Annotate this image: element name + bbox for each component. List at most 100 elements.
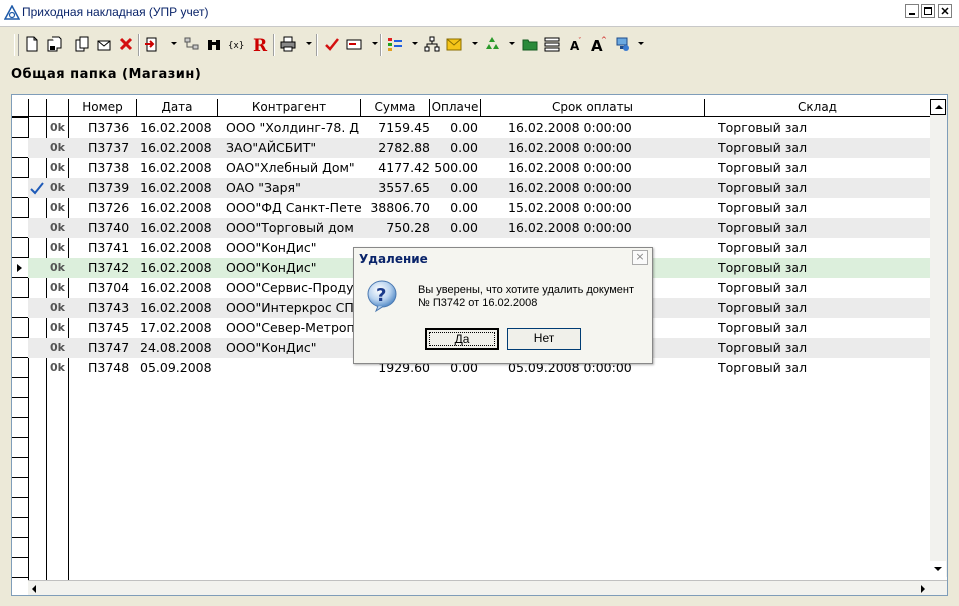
envelope-icon[interactable] (444, 34, 464, 54)
new-document-icon[interactable] (22, 34, 42, 54)
table-row[interactable]: 0k П3739 16.02.2008 ОАО "Заря" 3557.65 0.00 16… (28, 178, 930, 198)
row-warehouse: Торговый зал (718, 200, 808, 215)
row-contractor (226, 358, 372, 378)
indicator-line (12, 537, 28, 538)
indicator-line (12, 257, 28, 258)
row-contractor: ООО "Холдинг-78. Д (226, 120, 360, 135)
window-title: Приходная накладная (УПР учет) (22, 5, 209, 19)
close-window-button[interactable] (938, 4, 952, 18)
header-paid[interactable]: Оплаче (430, 99, 481, 117)
indicator-line (12, 177, 28, 178)
layout-icon[interactable] (542, 34, 562, 54)
row-sum: 3557.65 (378, 180, 430, 195)
edit-icon[interactable] (94, 34, 114, 54)
table-row[interactable]: 0k П3736 16.02.2008 ООО "Холдинг-78. Д 7159.… (28, 118, 930, 138)
row-warehouse: Торговый зал (718, 340, 808, 355)
row-paid: 0.00 (450, 140, 478, 155)
row-contractor: ООО"КонДис" (226, 240, 317, 255)
delete-icon[interactable] (116, 34, 136, 54)
row-warehouse: Торговый зал (718, 120, 808, 135)
row-date: 17.02.2008 (140, 320, 212, 335)
scroll-up-arrow-icon (935, 105, 943, 109)
header-warehouse[interactable]: Склад (705, 99, 931, 117)
dialog-close-button[interactable]: × (632, 250, 648, 265)
font-decrease-icon[interactable]: Aˇ (566, 34, 586, 54)
row-sum: 38806.70 (370, 200, 430, 215)
folder-icon[interactable] (520, 34, 540, 54)
copy-icon[interactable] (72, 34, 92, 54)
mail-dropdown-icon[interactable] (372, 42, 378, 45)
colors-icon[interactable] (385, 34, 405, 54)
network-icon[interactable] (612, 34, 632, 54)
indicator-line (12, 277, 28, 278)
structure-icon[interactable] (182, 34, 202, 54)
header-check[interactable] (29, 99, 47, 117)
row-indicator-column (12, 95, 28, 581)
check-icon[interactable] (322, 34, 342, 54)
row-checkmark-icon[interactable] (30, 178, 44, 198)
row-paid: 0.00 (450, 220, 478, 235)
header-number[interactable]: Номер (69, 99, 137, 117)
vertical-scrollbar[interactable] (930, 99, 947, 577)
scroll-right-arrow-icon[interactable] (921, 585, 925, 593)
table-row[interactable]: 0k П3740 16.02.2008 ООО"Торговый дом 750.28 0… (28, 218, 930, 238)
recycle-dropdown-icon[interactable] (509, 42, 515, 45)
colors-dropdown-icon[interactable] (412, 42, 418, 45)
indicator-line (12, 337, 28, 338)
toolbar-grip[interactable] (14, 34, 19, 56)
row-contractor: ООО"ФД Санкт-Пете (226, 200, 362, 215)
indicator-line (12, 457, 28, 458)
svg-text:^: ^ (601, 36, 606, 44)
row-status: 0k (50, 341, 65, 354)
mail-icon[interactable] (344, 34, 364, 54)
import-icon[interactable] (142, 34, 162, 54)
row-contractor: ЗАО"АЙСБИТ" (226, 140, 317, 155)
horizontal-scrollbar[interactable] (28, 580, 947, 595)
print-dropdown-icon[interactable] (306, 42, 312, 45)
svg-text:?: ? (376, 285, 386, 306)
header-date[interactable]: Дата (137, 99, 218, 117)
row-warehouse: Торговый зал (718, 280, 808, 295)
table-row[interactable]: 0k П3737 16.02.2008 ЗАО"АЙСБИТ" 2782.88 0.00 1… (28, 138, 930, 158)
minimize-button[interactable] (905, 4, 919, 18)
scroll-down-button[interactable] (930, 561, 946, 577)
import-dropdown-icon[interactable] (171, 42, 177, 45)
tree-icon[interactable] (422, 34, 442, 54)
row-contractor: ОАО "Заря" (226, 180, 301, 195)
row-contractor: ООО"КонДис" (226, 260, 317, 275)
indicator-line (12, 297, 28, 298)
header-sum[interactable]: Сумма (361, 99, 430, 117)
row-date: 16.02.2008 (140, 280, 212, 295)
folder-label: Общая папка (Магазин) (11, 67, 202, 82)
save-icon[interactable] (44, 34, 64, 54)
xml-icon[interactable]: {x} (226, 34, 246, 54)
scroll-up-button[interactable] (930, 99, 946, 115)
report-r-icon[interactable]: R (250, 34, 270, 54)
row-date: 16.02.2008 (140, 260, 212, 275)
header-due-date[interactable]: Срок оплаты (481, 99, 705, 117)
row-paid: 0.00 (450, 180, 478, 195)
yes-button[interactable]: Да (425, 328, 499, 350)
row-date: 16.02.2008 (140, 180, 212, 195)
envelope-dropdown-icon[interactable] (472, 42, 478, 45)
maximize-button[interactable] (921, 4, 935, 18)
table-row[interactable]: 0k П3726 16.02.2008 ООО"ФД Санкт-Пете 38806.… (28, 198, 930, 218)
network-dropdown-icon[interactable] (638, 42, 644, 45)
row-date: 16.02.2008 (140, 300, 212, 315)
binoculars-icon[interactable] (204, 34, 224, 54)
row-status: 0k (50, 261, 65, 274)
row-warehouse: Торговый зал (718, 320, 808, 335)
print-icon[interactable] (278, 34, 298, 54)
row-warehouse: Торговый зал (718, 300, 808, 315)
header-contractor[interactable]: Контрагент (218, 99, 361, 117)
row-due-date: 16.02.2008 0:00:00 (508, 140, 632, 155)
font-increase-icon[interactable]: A ^ (588, 34, 608, 54)
row-sum: 4177.42 (378, 160, 430, 175)
toolbar-separator (380, 34, 382, 56)
table-row[interactable]: 0k П3738 16.02.2008 ОАО"Хлебный Дом" 4177.42… (28, 158, 930, 178)
scroll-left-arrow-icon[interactable] (32, 585, 36, 593)
recycle-icon[interactable] (482, 34, 502, 54)
header-status[interactable] (47, 99, 69, 117)
no-button[interactable]: Нет (507, 328, 581, 350)
row-contractor: ООО"Сервис-Проду (226, 280, 354, 295)
